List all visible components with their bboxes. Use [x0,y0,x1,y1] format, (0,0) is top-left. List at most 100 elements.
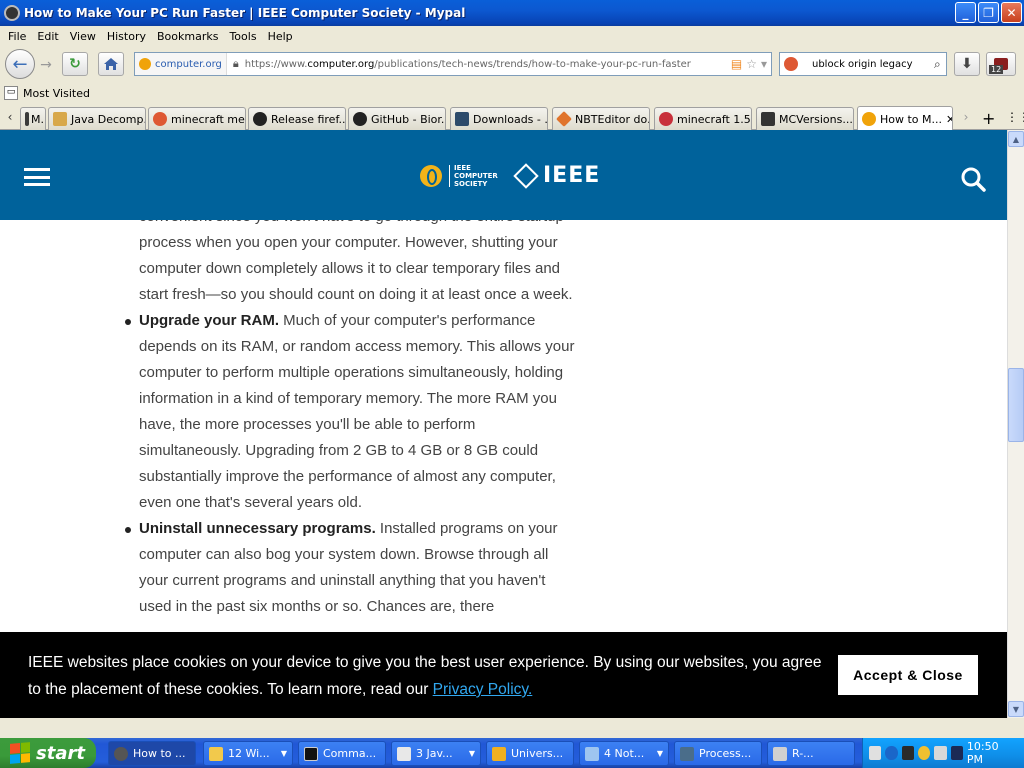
taskbar-item[interactable]: 4 Not... ▼ [579,741,669,766]
tab[interactable]: GitHub - Bior... [348,107,446,130]
lock-icon[interactable]: 🔒︎ [233,57,239,71]
search-icon[interactable] [960,166,986,192]
taskbar-item[interactable]: 3 Jav... ▼ [391,741,481,766]
url-dropdown-icon[interactable]: ▾ [761,57,767,71]
accept-close-button[interactable]: Accept & Close [838,655,978,695]
tab-label: minecraft 1.5... [677,112,751,126]
tab[interactable]: NBTEditor do... [552,107,650,130]
tab[interactable]: M... [20,107,46,130]
list-all-tabs-icon[interactable]: ⋮⋮ [1006,110,1024,124]
bookmark-most-visited[interactable]: Most Visited [23,87,90,100]
taskbar-item[interactable]: How to ... [108,741,196,766]
keyboard-icon[interactable] [869,746,882,760]
taskbar-item[interactable]: Univers... [486,741,574,766]
tab-label: NBTEditor do... [575,112,650,126]
tab-scroll-right-button[interactable]: › [958,108,974,126]
tab[interactable]: minecraft me... [148,107,246,130]
system-tray: 10:50 PM [862,738,1024,768]
minimize-button[interactable]: _ [955,2,976,23]
ieee-logo[interactable]: IEEE [513,162,600,189]
github-icon [353,112,367,126]
start-button[interactable]: start [0,738,96,768]
list-item: Uninstall unnecessary programs. Installe… [125,516,579,620]
taskbar-item[interactable]: Comma... [298,741,386,766]
github-icon [253,112,267,126]
taskbar-item[interactable]: R-... [767,741,855,766]
volume-icon[interactable] [934,746,947,760]
tab-favicon [455,112,469,126]
back-arrow-tray-icon[interactable] [885,746,898,760]
tab[interactable]: Downloads - ... [450,107,548,130]
group-arrow-icon: ▼ [280,749,287,758]
search-input[interactable] [812,58,932,70]
menu-tools[interactable]: Tools [225,30,263,43]
search-engine-icon[interactable] [784,57,798,71]
reload-button[interactable]: ↻ [62,52,88,76]
computer-society-logo[interactable]: IEEE COMPUTER SOCIETY [420,164,498,188]
site-identity-button[interactable]: computer.org [135,53,227,75]
taskbar: start How to ... 12 Wi... ▼ Comma... 3 Ja… [0,738,1024,768]
tab-close-icon[interactable]: ✕ [942,113,952,126]
tab[interactable]: Release firef... [248,107,346,130]
new-tab-button[interactable]: + [982,109,995,128]
tab-strip: ‹ M... Java Decomp... minecraft me... Re… [0,104,1024,131]
item-text: Much of your computer's performance depe… [139,312,575,511]
rss-feed-icon[interactable]: ▤ [731,57,742,71]
restore-button[interactable]: ❐ [978,2,999,23]
back-button[interactable]: ← [5,49,35,79]
menu-view[interactable]: View [66,30,103,43]
window-controls: _ ❐ ✕ [955,2,1022,23]
menu-edit[interactable]: Edit [33,30,65,43]
url-actions: ▤ ☆ ▾ [731,57,771,71]
forward-button[interactable]: → [35,55,57,75]
tab-favicon [556,111,572,127]
hfs-icon[interactable] [950,746,963,760]
ieee-diamond-icon [513,162,539,189]
tab-label: M... [31,112,45,126]
clock[interactable]: 10:50 PM [967,740,1012,766]
tab[interactable]: minecraft 1.5... [654,107,752,130]
vertical-scrollbar[interactable]: ▲ ▼ [1007,130,1024,718]
addon-button[interactable]: 12 [986,52,1016,76]
window-title: How to Make Your PC Run Faster | IEEE Co… [24,6,466,20]
tab-scroll-left-button[interactable]: ‹ [2,108,18,126]
cookie-text: IEEE websites place cookies on your devi… [28,654,822,698]
search-icon[interactable]: ⌕ [934,57,941,72]
start-label: start [36,742,85,764]
menu-help[interactable]: Help [264,30,300,43]
shield-tray-icon[interactable] [917,746,931,760]
network-monitor-icon[interactable] [901,746,914,760]
taskbar-item[interactable]: Process... [674,741,762,766]
hamburger-menu-icon[interactable] [24,168,50,186]
tab-favicon [53,112,67,126]
scroll-down-arrow-icon[interactable]: ▼ [1008,701,1024,717]
search-box[interactable]: ⌕ [779,52,947,76]
window-titlebar[interactable]: How to Make Your PC Run Faster | IEEE Co… [0,0,1024,26]
item-title: Uninstall unnecessary programs. [139,520,376,537]
tab[interactable]: MCVersions.... [756,107,854,130]
scrollbar-thumb[interactable] [1008,368,1024,442]
computer-society-seal-icon [420,165,442,187]
document-icon [773,746,787,761]
page-content[interactable]: convenient since you won't have to go th… [0,130,1007,718]
intro-rest: process when you open your computer. How… [139,234,573,303]
home-button[interactable] [98,52,124,76]
tab-favicon [862,112,876,126]
url-text[interactable]: https://www.computer.org/publications/te… [245,59,731,70]
downloads-button[interactable]: ⬇ [954,52,980,76]
taskbar-item[interactable]: 12 Wi... ▼ [203,741,293,766]
scroll-up-arrow-icon[interactable]: ▲ [1008,131,1024,147]
download-arrow-icon: ⬇ [961,56,973,72]
privacy-policy-link[interactable]: Privacy Policy. [433,681,533,698]
taskbar-item-label: R-... [792,747,814,760]
taskbar-item-label: Process... [699,747,752,760]
menu-history[interactable]: History [103,30,153,43]
bookmark-star-icon[interactable]: ☆ [746,57,757,71]
menu-file[interactable]: File [4,30,33,43]
tab-active[interactable]: How to M...✕ [857,106,953,131]
tab[interactable]: Java Decomp... [48,107,146,130]
close-button[interactable]: ✕ [1001,2,1022,23]
tab-favicon [25,112,29,126]
address-bar[interactable]: computer.org 🔒︎ https://www.computer.org… [134,52,772,76]
menu-bookmarks[interactable]: Bookmarks [153,30,225,43]
